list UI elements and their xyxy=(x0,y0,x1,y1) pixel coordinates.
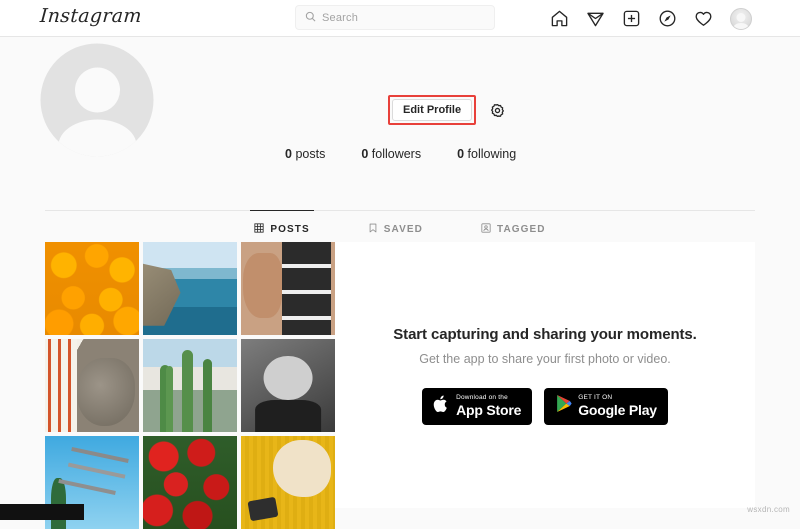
following-label: following xyxy=(467,147,517,162)
activity-heart-icon[interactable] xyxy=(694,9,713,28)
stat-followers[interactable]: 0 followers xyxy=(361,147,421,161)
followers-label: followers xyxy=(371,147,422,162)
photo-grid xyxy=(45,242,335,529)
search-placeholder: Search xyxy=(322,11,359,24)
promo-subtext: Get the app to share your first photo or… xyxy=(419,351,671,366)
tab-saved[interactable]: SAVED xyxy=(364,210,427,246)
profile-content: Start capturing and sharing your moments… xyxy=(0,242,800,529)
tab-posts[interactable]: POSTS xyxy=(250,210,314,246)
following-count: 0 xyxy=(457,147,465,162)
bookmark-icon xyxy=(368,223,378,236)
posts-count: 0 xyxy=(285,147,292,162)
tab-tagged[interactable]: TAGGED xyxy=(477,210,550,246)
stat-posts[interactable]: 0 posts xyxy=(285,147,325,161)
profile-stats: 0 posts 0 followers 0 following xyxy=(250,147,516,161)
profile-header: Edit Profile 0 posts 0 followers 0 follo… xyxy=(0,37,800,189)
photo-cactus[interactable] xyxy=(143,339,237,432)
posts-label: posts xyxy=(295,147,326,162)
app-store-text: Download on the App Store xyxy=(456,393,522,419)
photo-cat-yellow-blanket[interactable] xyxy=(241,436,335,529)
settings-gear-icon[interactable] xyxy=(490,103,505,118)
home-icon[interactable] xyxy=(550,9,569,28)
google-play-badge[interactable]: GET IT ON Google Play xyxy=(544,387,668,425)
photo-dog[interactable] xyxy=(45,339,139,432)
profile-tabs: POSTS SAVED TAGGED xyxy=(45,210,755,246)
search-icon xyxy=(305,9,316,27)
nav-icon-group xyxy=(550,0,752,37)
google-play-small-label: GET IT ON xyxy=(578,393,613,401)
grid-icon xyxy=(254,223,264,236)
edit-profile-highlight: Edit Profile xyxy=(388,95,477,126)
profile-avatar-icon[interactable] xyxy=(730,7,752,30)
avatar-body-shape xyxy=(58,119,136,157)
new-post-icon[interactable] xyxy=(622,9,641,28)
direct-send-icon[interactable] xyxy=(586,9,605,28)
photo-photobooth-strip[interactable] xyxy=(241,242,335,335)
stat-following[interactable]: 0 following xyxy=(457,147,516,161)
tab-saved-label: SAVED xyxy=(383,224,423,235)
photo-baby-bw[interactable] xyxy=(241,339,335,432)
bottom-left-strip xyxy=(0,504,84,520)
google-play-logo-icon xyxy=(555,394,572,418)
top-navigation-bar: Instagram Search xyxy=(0,0,800,37)
photo-red-flowers[interactable] xyxy=(143,436,237,529)
instagram-logo[interactable]: Instagram xyxy=(39,5,142,27)
photo-coastline[interactable] xyxy=(143,242,237,335)
tab-tagged-label: TAGGED xyxy=(496,224,546,235)
google-play-big-label: Google Play xyxy=(578,402,657,419)
search-input[interactable]: Search xyxy=(295,5,495,30)
avatar-head-shape xyxy=(74,67,120,113)
app-store-badge[interactable]: Download on the App Store xyxy=(422,387,533,425)
store-badges: Download on the App Store GET IT ON Goog… xyxy=(422,387,668,425)
explore-compass-icon[interactable] xyxy=(658,9,677,28)
edit-profile-button[interactable]: Edit Profile xyxy=(392,99,473,122)
followers-count: 0 xyxy=(361,147,369,162)
app-store-big-label: App Store xyxy=(456,402,522,419)
photo-oranges[interactable] xyxy=(45,242,139,335)
tab-posts-label: POSTS xyxy=(270,224,310,235)
google-play-text: GET IT ON Google Play xyxy=(578,393,657,419)
watermark: wsxdn.com xyxy=(747,505,790,514)
promo-headline: Start capturing and sharing your moments… xyxy=(393,325,697,343)
app-store-small-label: Download on the xyxy=(456,393,508,401)
get-the-app-panel: Start capturing and sharing your moments… xyxy=(335,242,755,508)
profile-picture[interactable] xyxy=(40,43,154,157)
profile-action-row: Edit Profile xyxy=(250,95,516,126)
tagged-person-icon xyxy=(481,223,491,236)
apple-logo-icon xyxy=(433,394,450,419)
profile-details: Edit Profile 0 posts 0 followers 0 follo… xyxy=(250,95,516,161)
